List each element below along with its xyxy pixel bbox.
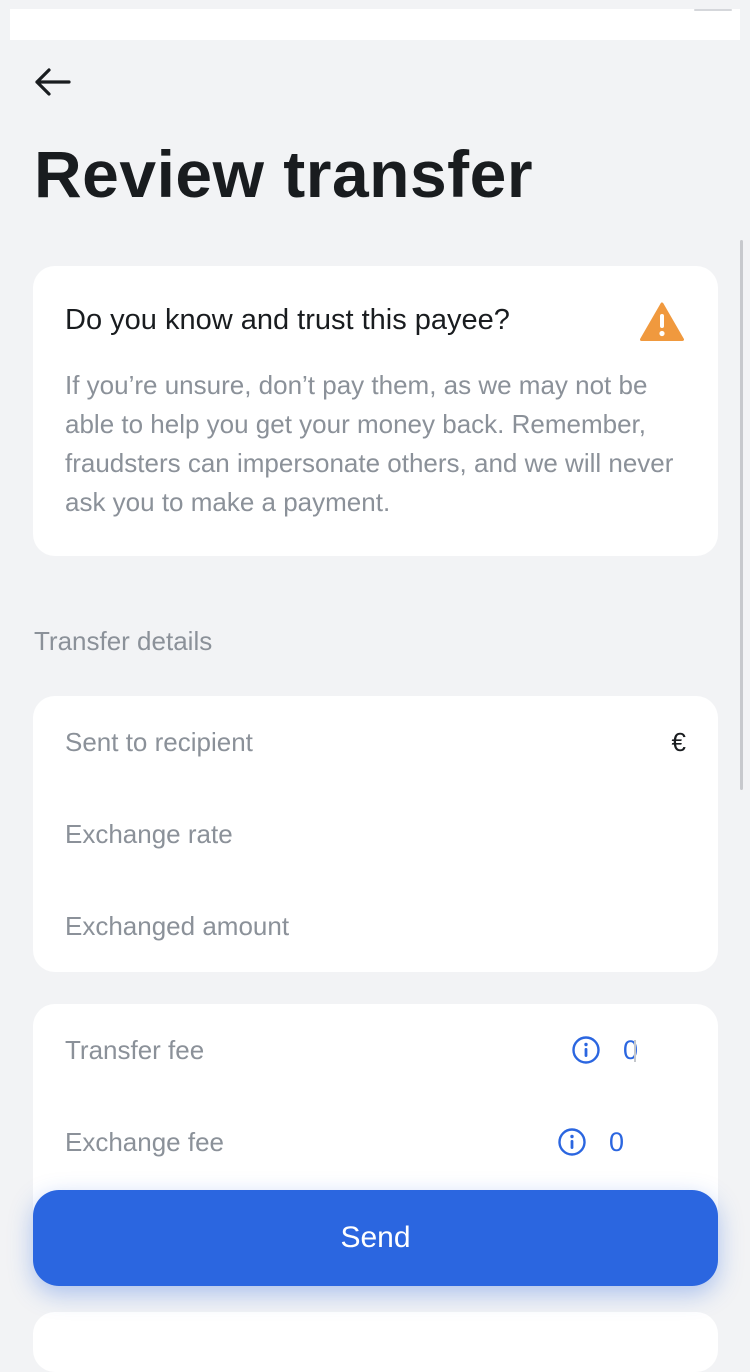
transfer-details-card: Sent to recipient € Exchange rate Exchan… xyxy=(33,696,718,972)
arrow-left-icon xyxy=(35,68,71,96)
transfer-details-heading: Transfer details xyxy=(34,626,213,656)
detail-label: Exchanged amount xyxy=(65,910,290,941)
scrollbar[interactable] xyxy=(740,240,743,790)
page-title: Review transfer xyxy=(34,137,534,211)
fee-right-transfer: 0 xyxy=(571,1030,638,1070)
fee-value: 0 xyxy=(608,1126,624,1157)
send-button[interactable]: Send xyxy=(33,1190,718,1286)
fee-label: Exchange fee xyxy=(65,1126,225,1157)
status-bar-indicator xyxy=(694,9,732,11)
detail-value: € xyxy=(671,726,686,757)
send-button-container: Send xyxy=(33,1190,718,1286)
fee-right-exchange: 0 xyxy=(557,1122,624,1162)
additional-card xyxy=(33,1312,718,1372)
detail-label: Sent to recipient xyxy=(65,726,253,757)
fee-label: Transfer fee xyxy=(65,1034,205,1065)
info-icon[interactable] xyxy=(557,1127,587,1157)
info-icon[interactable] xyxy=(571,1035,601,1065)
detail-label: Exchange rate xyxy=(65,818,233,849)
warning-triangle-icon xyxy=(640,302,684,341)
status-bar xyxy=(10,9,740,40)
warning-title: Do you know and trust this payee? xyxy=(65,304,510,336)
text-cursor xyxy=(634,1040,636,1062)
detail-row-exchanged-amount: Exchanged amount xyxy=(65,906,686,946)
payee-warning-card: Do you know and trust this payee? If you… xyxy=(33,266,718,556)
detail-row-sent-to-recipient: Sent to recipient € xyxy=(65,722,686,762)
detail-row-exchange-rate: Exchange rate xyxy=(65,814,686,854)
back-button[interactable] xyxy=(30,62,74,102)
warning-body: If you’re unsure, don’t pay them, as we … xyxy=(65,370,674,517)
